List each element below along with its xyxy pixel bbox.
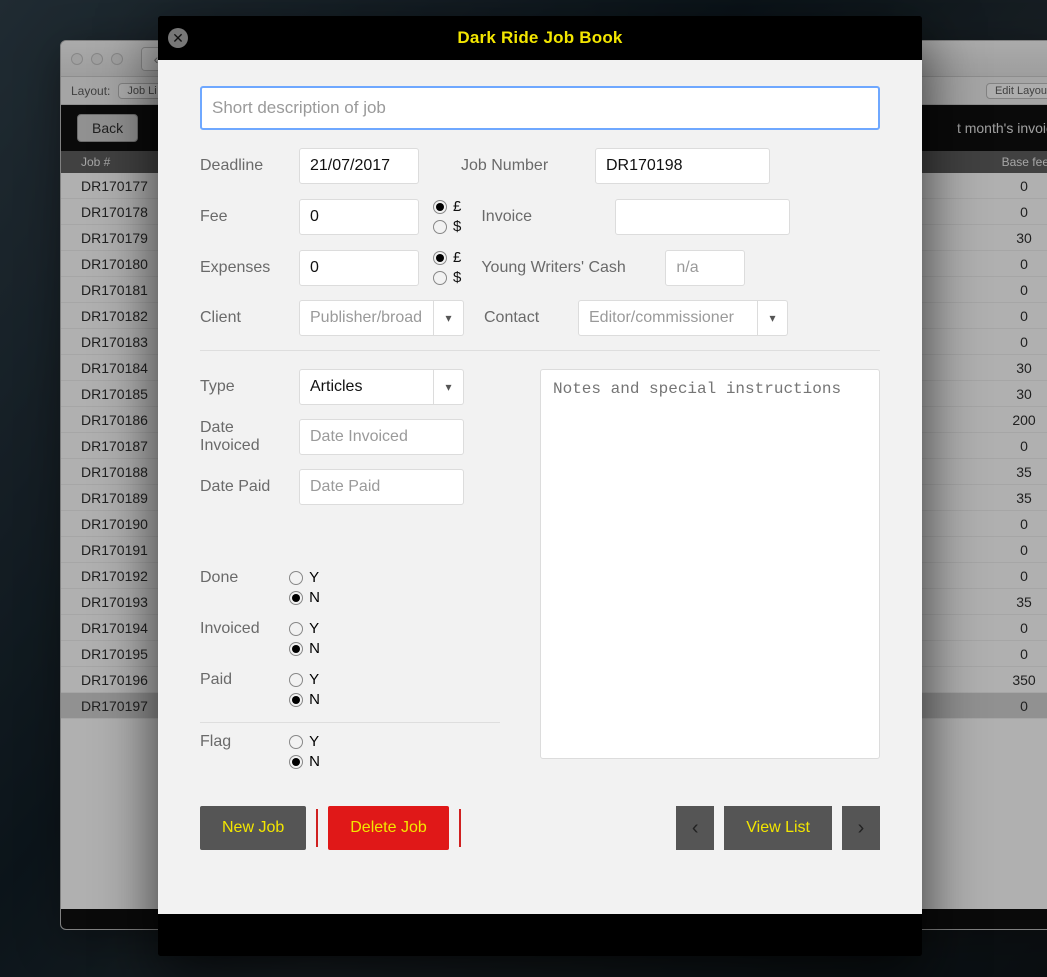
yes-symbol: Y xyxy=(309,671,319,688)
expenses-currency-dollar-radio[interactable] xyxy=(433,271,447,285)
chevron-down-icon[interactable]: ▾ xyxy=(434,300,464,336)
chevron-down-icon[interactable]: ▾ xyxy=(434,369,464,405)
invoiced-yes-radio[interactable] xyxy=(289,622,303,636)
new-job-button[interactable]: New Job xyxy=(200,806,306,850)
flag-label: Flag xyxy=(200,733,285,751)
client-input[interactable] xyxy=(299,300,434,336)
invoice-input[interactable] xyxy=(615,199,790,235)
yes-symbol: Y xyxy=(309,620,319,637)
modal-footer: New Job Delete Job ‹ View List › xyxy=(200,806,880,850)
expenses-label: Expenses xyxy=(200,259,285,277)
job-number-label: Job Number xyxy=(461,157,581,175)
modal-titlebar: ✕ Dark Ride Job Book xyxy=(158,16,922,60)
contact-input[interactable] xyxy=(578,300,758,336)
no-symbol: N xyxy=(309,640,320,657)
flag-yes-radio[interactable] xyxy=(289,735,303,749)
expenses-currency-group: £ $ xyxy=(433,249,461,286)
divider xyxy=(200,722,500,723)
fee-currency-dollar-radio[interactable] xyxy=(433,220,447,234)
invoiced-label: Invoiced xyxy=(200,620,285,638)
paid-yes-radio[interactable] xyxy=(289,673,303,687)
chevron-down-icon[interactable]: ▾ xyxy=(758,300,788,336)
ywc-label: Young Writers' Cash xyxy=(481,259,651,277)
dollar-symbol: $ xyxy=(453,218,461,235)
expenses-input[interactable] xyxy=(299,250,419,286)
type-input[interactable] xyxy=(299,369,434,405)
type-select[interactable]: ▾ xyxy=(299,369,464,405)
done-no-radio[interactable] xyxy=(289,591,303,605)
pound-symbol: £ xyxy=(453,249,461,266)
no-symbol: N xyxy=(309,753,320,770)
expenses-currency-pound-radio[interactable] xyxy=(433,251,447,265)
dollar-symbol: $ xyxy=(453,269,461,286)
date-invoiced-label: Date Invoiced xyxy=(200,419,285,454)
date-paid-label: Date Paid xyxy=(200,478,285,496)
description-input[interactable] xyxy=(200,86,880,130)
prev-record-button[interactable]: ‹ xyxy=(676,806,714,850)
type-label: Type xyxy=(200,378,285,396)
client-select[interactable]: ▾ xyxy=(299,300,464,336)
date-paid-input[interactable] xyxy=(299,469,464,505)
job-number-input[interactable] xyxy=(595,148,770,184)
no-symbol: N xyxy=(309,691,320,708)
paid-no-radio[interactable] xyxy=(289,693,303,707)
deadline-label: Deadline xyxy=(200,157,285,175)
job-modal: ✕ Dark Ride Job Book Deadline Job Number… xyxy=(158,16,922,956)
fee-input[interactable] xyxy=(299,199,419,235)
modal-body: Deadline Job Number Fee £ $ Invoice Expe… xyxy=(158,60,922,914)
client-label: Client xyxy=(200,309,285,327)
invoice-label: Invoice xyxy=(481,208,601,226)
next-record-button[interactable]: › xyxy=(842,806,880,850)
date-invoiced-input[interactable] xyxy=(299,419,464,455)
contact-select[interactable]: ▾ xyxy=(578,300,788,336)
view-list-button[interactable]: View List xyxy=(724,806,832,850)
divider xyxy=(459,809,461,847)
modal-title: Dark Ride Job Book xyxy=(457,28,622,48)
modal-bottom-bar xyxy=(158,914,922,956)
contact-label: Contact xyxy=(484,309,564,327)
yes-symbol: Y xyxy=(309,733,319,750)
fee-label: Fee xyxy=(200,208,285,226)
notes-textarea[interactable] xyxy=(540,369,880,759)
done-label: Done xyxy=(200,569,285,587)
delete-job-button[interactable]: Delete Job xyxy=(328,806,449,850)
paid-label: Paid xyxy=(200,671,285,689)
deadline-input[interactable] xyxy=(299,148,419,184)
pound-symbol: £ xyxy=(453,198,461,215)
fee-currency-pound-radio[interactable] xyxy=(433,200,447,214)
divider xyxy=(200,350,880,351)
close-icon[interactable]: ✕ xyxy=(168,28,188,48)
no-symbol: N xyxy=(309,589,320,606)
flag-no-radio[interactable] xyxy=(289,755,303,769)
done-yes-radio[interactable] xyxy=(289,571,303,585)
invoiced-no-radio[interactable] xyxy=(289,642,303,656)
ywc-input[interactable] xyxy=(665,250,745,286)
fee-currency-group: £ $ xyxy=(433,198,461,235)
divider xyxy=(316,809,318,847)
yes-symbol: Y xyxy=(309,569,319,586)
